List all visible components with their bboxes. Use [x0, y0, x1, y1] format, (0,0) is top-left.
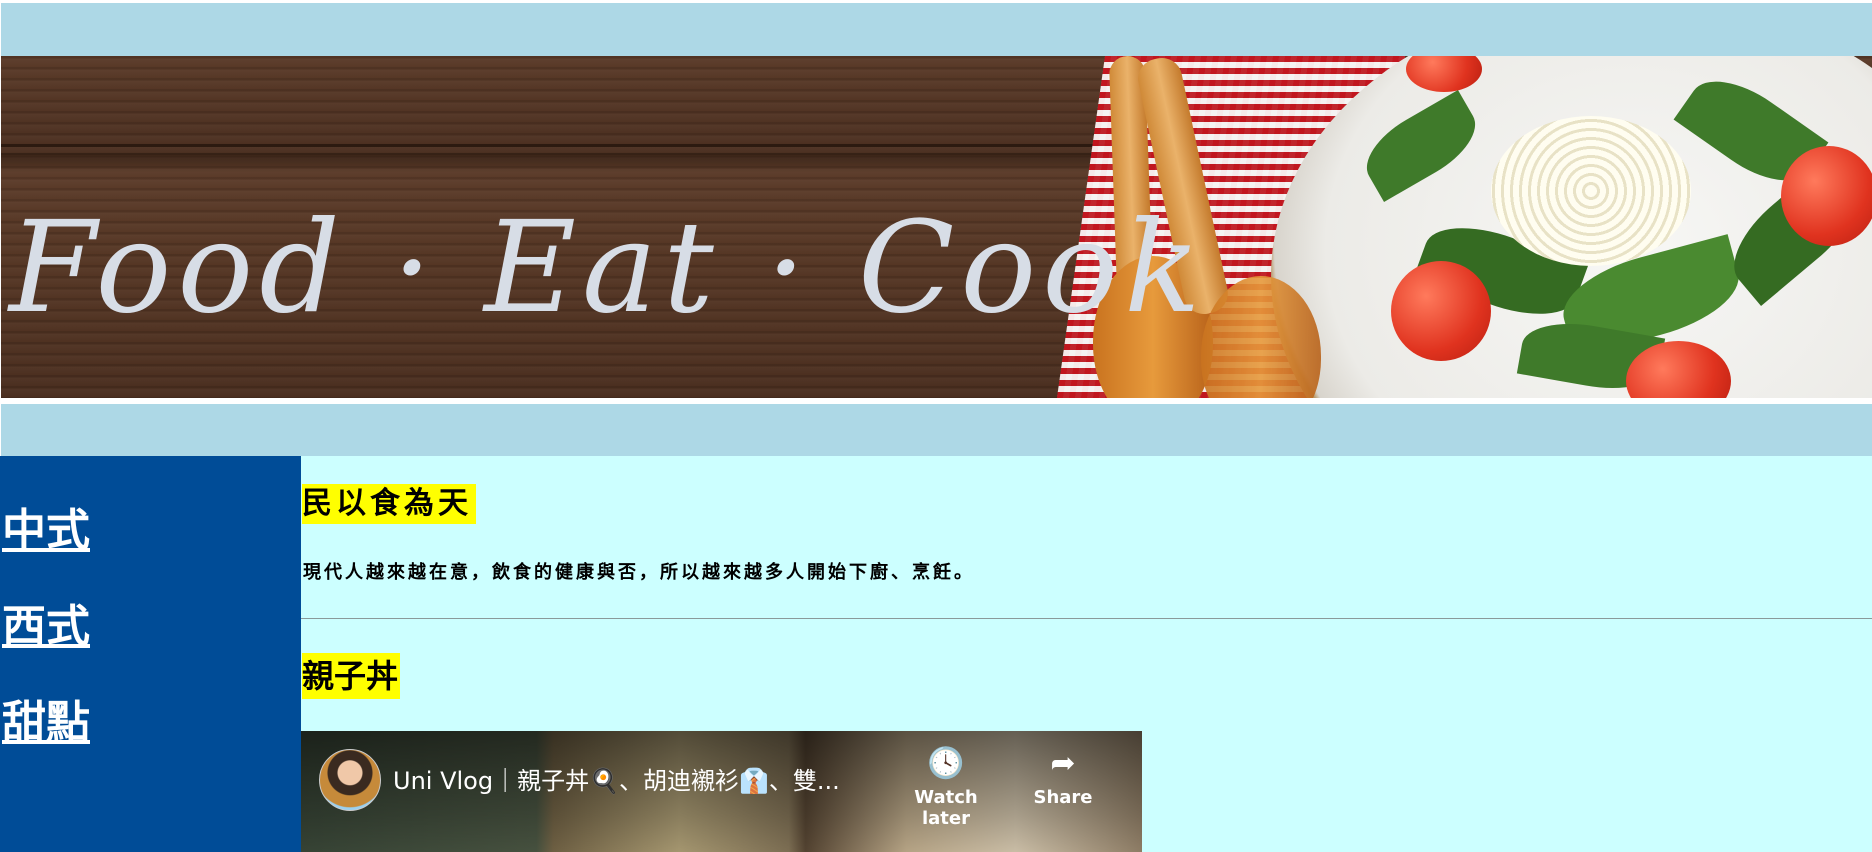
- channel-avatar[interactable]: [319, 749, 381, 811]
- cherry-tomato: [1391, 261, 1491, 361]
- site-logo-text: Food · Eat · Cook: [9, 194, 1207, 341]
- clock-icon: 🕓: [927, 746, 965, 781]
- cherry-tomato: [1781, 146, 1872, 246]
- youtube-video-embed[interactable]: Uni Vlog｜親子丼🍳、胡迪襯衫👔、雙... 🕓 Watch later ➦…: [301, 731, 1142, 852]
- wood-plank-seam: [1, 144, 1111, 147]
- mozzarella-strands: [1491, 116, 1691, 266]
- sidebar-link-dessert[interactable]: 甜點: [2, 686, 90, 750]
- nav-bar: [1, 404, 1872, 456]
- top-bar: [1, 3, 1872, 56]
- sidebar-link-chinese[interactable]: 中式: [2, 494, 90, 558]
- recipe-title: 親子丼: [302, 653, 401, 699]
- horizontal-divider: [301, 618, 1872, 619]
- intro-paragraph: 現代人越來越在意，飲食的健康與否，所以越來越多人開始下廚、烹飪。: [303, 562, 975, 583]
- wood-plank-seam: [1, 153, 1111, 155]
- share-button[interactable]: ➦ Share: [1018, 746, 1108, 809]
- video-title[interactable]: Uni Vlog｜親子丼🍳、胡迪襯衫👔、雙...: [393, 761, 840, 796]
- share-arrow-icon: ➦: [1050, 746, 1076, 781]
- watch-later-label: Watch later: [914, 787, 978, 829]
- sidebar: 中式 西式 甜點: [0, 456, 301, 852]
- share-label: Share: [1033, 787, 1093, 808]
- sidebar-link-western[interactable]: 西式: [2, 590, 90, 654]
- header-banner: Food · Eat · Cook: [1, 56, 1872, 398]
- main-content: 民以食為天 現代人越來越在意，飲食的健康與否，所以越來越多人開始下廚、烹飪。 親…: [301, 456, 1872, 852]
- watch-later-button[interactable]: 🕓 Watch later: [901, 746, 991, 830]
- page-heading: 民以食為天: [302, 484, 476, 524]
